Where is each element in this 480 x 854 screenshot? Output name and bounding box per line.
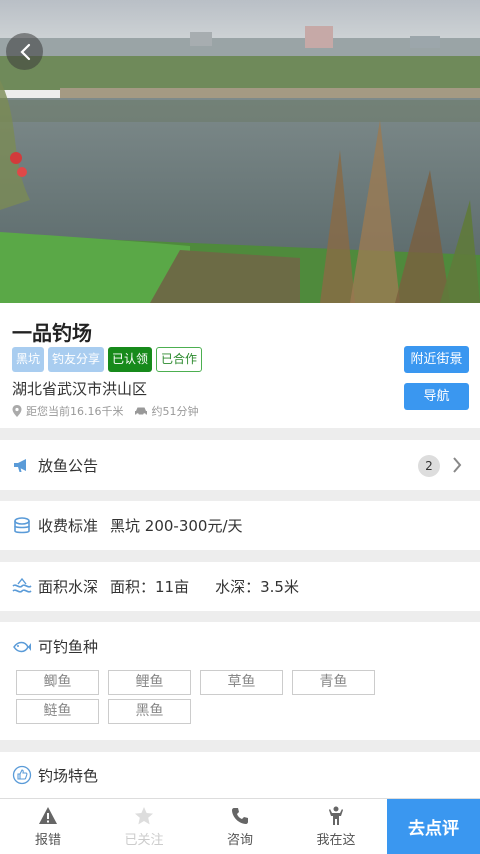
spot-photo[interactable] (0, 0, 480, 303)
fish-icon (13, 641, 31, 652)
fish-item: 青鱼 (292, 670, 375, 695)
fish-item: 黑鱼 (108, 699, 191, 724)
fee-standard-row: 收费标准 黑坑 200-300元/天 (0, 501, 480, 550)
fee-label: 收费标准 (38, 517, 99, 535)
fish-item: 草鱼 (200, 670, 283, 695)
follow-label: 已关注 (124, 832, 164, 848)
spot-header: 一品钓场 黑坑 钓友分享 已认领 已合作 湖北省武汉市洪山区 距您当前16.16… (0, 303, 480, 428)
fee-value: 黑坑 200-300元/天 (110, 517, 243, 535)
spot-features-row: 钓场特色 (0, 752, 480, 798)
spot-tags: 黑坑 钓友分享 已认领 已合作 (12, 347, 203, 372)
fish-species-list: 鲫鱼 鲤鱼 草鱼 青鱼 鲢鱼 黑鱼 (16, 670, 466, 724)
chevron-right-icon (453, 457, 462, 473)
distance-text: 距您当前16.16千米 (26, 405, 124, 418)
area-value: 面积：11亩 (110, 578, 190, 596)
coins-icon (14, 516, 30, 533)
water-waves-icon (12, 577, 32, 593)
follow-tab[interactable]: 已关注 (96, 799, 192, 854)
report-error-label: 报错 (34, 832, 61, 848)
area-depth-row: 面积水深 面积：11亩 水深：3.5米 (0, 562, 480, 611)
notice-count-badge: 2 (418, 455, 440, 477)
phone-icon (232, 807, 248, 824)
tag-black-pit: 黑坑 (12, 347, 45, 372)
warning-icon (39, 806, 57, 824)
navigate-button[interactable]: 导航 (404, 383, 469, 410)
fish-species-label: 可钓鱼种 (38, 638, 99, 656)
thumbs-up-icon (12, 765, 32, 785)
megaphone-icon (14, 459, 26, 472)
consult-tab[interactable]: 咨询 (192, 799, 288, 854)
fish-item: 鲢鱼 (16, 699, 99, 724)
area-label: 面积水深 (38, 578, 99, 596)
fish-release-notice-row[interactable]: 放鱼公告 2 (0, 440, 480, 490)
fishing-spot-detail-page: 一品钓场 黑坑 钓友分享 已认领 已合作 湖北省武汉市洪山区 距您当前16.16… (0, 0, 480, 854)
report-error-tab[interactable]: 报错 (0, 799, 96, 854)
consult-label: 咨询 (226, 832, 253, 848)
fish-species-section: 可钓鱼种 鲫鱼 鲤鱼 草鱼 青鱼 鲢鱼 黑鱼 (0, 622, 480, 740)
fish-item: 鲫鱼 (16, 670, 99, 695)
street-view-button[interactable]: 附近街景 (404, 346, 469, 373)
location-pin-icon (12, 405, 22, 417)
drive-time-text: 约51分钟 (151, 405, 199, 418)
star-icon (135, 806, 153, 824)
bottom-action-bar: 报错 已关注 咨询 我在这 去点评 (0, 798, 480, 854)
tag-partnered: 已合作 (156, 347, 203, 372)
tag-claimed: 已认领 (108, 347, 153, 372)
back-button[interactable] (6, 33, 43, 70)
fish-species-header: 可钓鱼种 (12, 636, 98, 657)
spot-photo-illustration (0, 0, 480, 303)
i-am-here-label: 我在这 (316, 832, 356, 848)
fish-item: 鲤鱼 (108, 670, 191, 695)
spot-distance-info: 距您当前16.16千米 约51分钟 (12, 403, 199, 419)
chevron-left-icon (19, 43, 30, 60)
depth-value: 水深：3.5米 (215, 578, 299, 596)
features-label: 钓场特色 (38, 766, 99, 785)
tag-angler-shared: 钓友分享 (48, 347, 105, 372)
notice-label: 放鱼公告 (38, 456, 99, 475)
spot-name: 一品钓场 (12, 321, 92, 345)
spot-address: 湖北省武汉市洪山区 (12, 380, 148, 398)
i-am-here-tab[interactable]: 我在这 (288, 799, 384, 854)
person-icon (329, 806, 343, 825)
write-review-button[interactable]: 去点评 (387, 799, 480, 854)
car-icon (134, 407, 147, 416)
